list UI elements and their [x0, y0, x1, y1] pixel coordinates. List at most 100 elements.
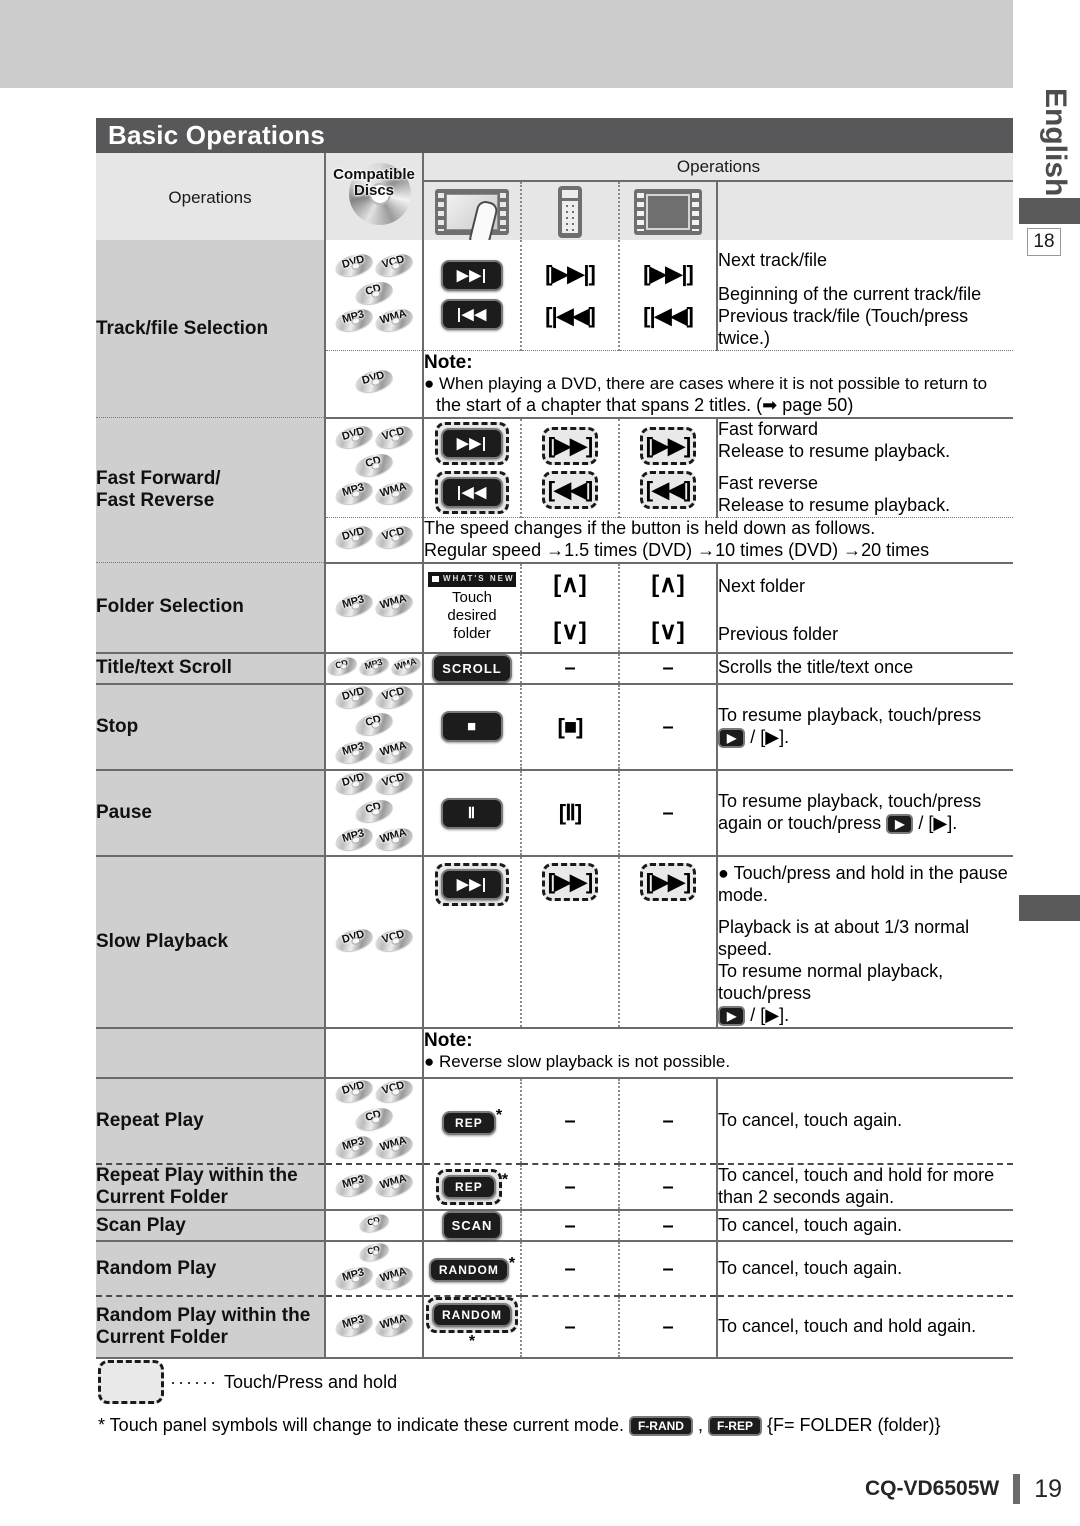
- remote-key-cell-slow[interactable]: [▶▶]: [521, 856, 620, 1030]
- display-fast-reverse-key[interactable]: [◀◀]: [646, 477, 691, 502]
- note-line-2: the start of a chapter that spans 2 titl…: [436, 394, 854, 415]
- display-fast-forward-key[interactable]: [▶▶]: [646, 433, 691, 458]
- touch-key-cell-scroll[interactable]: SCROLL: [423, 652, 522, 685]
- remote-scan-na: –: [564, 1214, 576, 1237]
- display-next-folder-key[interactable]: [∧]: [620, 564, 716, 605]
- display-key-cell-slow[interactable]: [▶▶]: [619, 856, 718, 1030]
- remote-control-icon: [558, 186, 582, 238]
- compact-disc-icon: Compatible Discs: [331, 159, 417, 231]
- disc-dvd: DVD: [332, 522, 376, 553]
- disc-wma: WMA: [372, 737, 416, 768]
- random-key[interactable]: RANDOM: [428, 1258, 509, 1283]
- folder-instr-line-2: desired: [447, 607, 497, 625]
- stop-key[interactable]: ■: [441, 711, 503, 743]
- scan-key[interactable]: SCAN: [441, 1211, 503, 1241]
- display-stop-na: –: [662, 715, 674, 738]
- remote-fast-forward-key[interactable]: [▶▶]: [548, 433, 593, 458]
- play-key-inline[interactable]: ▶: [718, 728, 746, 749]
- remote-key-cell-folder[interactable]: [∧] [∨]: [521, 562, 620, 654]
- disc-wma: WMA: [372, 823, 416, 854]
- speed-note-cell: The speed changes if the button is held …: [423, 517, 1013, 564]
- remote-pause-key[interactable]: [Ⅱ]: [559, 800, 583, 825]
- folder-list-strip-icon[interactable]: WHAT'S NEW: [428, 572, 516, 588]
- display-next-track-key[interactable]: [▶▶|]: [620, 253, 716, 295]
- touch-key-cell-random-folder[interactable]: RANDOM *: [423, 1295, 522, 1360]
- fast-reverse-key[interactable]: |◀◀: [441, 476, 503, 508]
- table-row: Track/file Selection DVD VCD CD MP3 WMA ▶▶…: [96, 240, 1013, 419]
- disc-mp3: MP3: [332, 1263, 376, 1293]
- remote-repeat-folder-na: –: [564, 1176, 576, 1199]
- touch-key-cell-repeat[interactable]: REP *: [423, 1077, 522, 1166]
- disc-compat-random-folder: MP3 WMA: [325, 1295, 424, 1360]
- disc-cd: CD: [352, 277, 396, 308]
- note-slow-line-1: Reverse slow playback is not possible.: [439, 1052, 731, 1072]
- remote-key-cell-track[interactable]: [▶▶|] [|◀◀]: [521, 240, 620, 351]
- touch-panel-icon: [435, 189, 509, 249]
- repeat-key[interactable]: REP: [441, 1110, 496, 1135]
- touch-key-cell-ff[interactable]: ▶▶| |◀◀: [423, 417, 522, 518]
- display-key-cell-scan: –: [619, 1210, 718, 1243]
- table-row: Title/text Scroll CD MP3 WMA SCROLL – – Sc…: [96, 652, 1013, 685]
- row-label-scan-play: Scan Play: [96, 1210, 326, 1243]
- remote-key-cell-pause[interactable]: [Ⅱ]: [521, 769, 620, 858]
- desc-cell-scroll: Scrolls the title/text once: [717, 652, 1013, 685]
- display-slow-key[interactable]: [▶▶]: [646, 869, 691, 894]
- desc-cell-random-folder: To cancel, touch and hold again.: [717, 1295, 1013, 1360]
- touch-key-cell-scan[interactable]: SCAN: [423, 1210, 522, 1243]
- speed-line-2: Regular speed →1.5 times (DVD) →10 times…: [424, 539, 930, 560]
- touch-folder-cell[interactable]: WHAT'S NEW Touch desired folder: [423, 562, 522, 654]
- next-track-key[interactable]: ▶▶|: [441, 259, 503, 291]
- slow-playback-key[interactable]: ▶▶|: [441, 869, 503, 901]
- play-key-inline[interactable]: ▶: [718, 1006, 746, 1027]
- desc-cell-stop: To resume playback, touch/press ▶ / [▶].: [717, 683, 1013, 771]
- desc-next-track: Next track/file: [718, 250, 828, 270]
- display-key-cell-track[interactable]: [▶▶|] [|◀◀]: [619, 240, 718, 351]
- display-key-cell-folder[interactable]: [∧] [∨]: [619, 562, 718, 654]
- remote-key-cell-stop[interactable]: [■]: [521, 683, 620, 771]
- prev-track-key[interactable]: |◀◀: [441, 298, 503, 330]
- display-key-cell-pause: –: [619, 769, 718, 858]
- disc-mp3: MP3: [332, 737, 376, 768]
- fast-forward-key[interactable]: ▶▶|: [441, 427, 503, 459]
- row-label-slow-playback: Slow Playback: [96, 856, 326, 1030]
- remote-slow-key[interactable]: [▶▶]: [548, 869, 593, 894]
- remote-fast-reverse-key[interactable]: [◀◀]: [548, 477, 593, 502]
- disc-dvd: DVD: [332, 681, 376, 712]
- desc-cell-pause: To resume playback, touch/press again or…: [717, 769, 1013, 858]
- touch-key-cell-slow[interactable]: ▶▶|: [423, 856, 522, 1030]
- remote-stop-key[interactable]: [■]: [558, 714, 584, 739]
- remote-prev-track-key[interactable]: [|◀◀]: [522, 295, 618, 337]
- touch-key-cell-stop[interactable]: ■: [423, 683, 522, 771]
- row-label-random-folder: Random Play within the Current Folder: [96, 1295, 326, 1360]
- disc-mp3: MP3: [332, 1131, 376, 1162]
- touch-key-cell-pause[interactable]: Ⅱ: [423, 769, 522, 858]
- disc-dvd: DVD: [332, 1076, 376, 1106]
- display-random-folder-na: –: [662, 1316, 674, 1339]
- model-name: CQ-VD6505W: [864, 1477, 1000, 1500]
- remote-next-track-key[interactable]: [▶▶|]: [522, 253, 618, 295]
- scroll-key[interactable]: SCROLL: [432, 653, 512, 683]
- remote-next-folder-key[interactable]: [∧]: [522, 564, 618, 605]
- remote-prev-folder-key[interactable]: [∨]: [522, 605, 618, 652]
- row-label-random-play: Random Play: [96, 1241, 326, 1297]
- disc-mp3: MP3: [332, 1309, 376, 1340]
- display-key-cell-stop: –: [619, 683, 718, 771]
- remote-key-cell-ff[interactable]: [▶▶] [◀◀]: [521, 417, 620, 518]
- disc-dvd: DVD: [332, 768, 376, 798]
- pause-key[interactable]: Ⅱ: [441, 797, 503, 829]
- bullet-icon: ●: [424, 373, 435, 393]
- touch-key-cell-random[interactable]: RANDOM *: [423, 1241, 522, 1297]
- top-decorative-band: [0, 0, 1013, 88]
- display-prev-track-key[interactable]: [|◀◀]: [620, 295, 716, 337]
- remote-random-na: –: [564, 1257, 576, 1280]
- touch-key-cell-track[interactable]: ▶▶| |◀◀: [423, 240, 522, 351]
- legend-touch-press-hold: ······ Touch/Press and hold: [98, 1360, 397, 1404]
- repeat-folder-key[interactable]: REP: [441, 1175, 496, 1200]
- touch-key-cell-repeat-folder[interactable]: REP *: [423, 1164, 522, 1212]
- desc-fast-forward: Fast forward: [718, 418, 819, 439]
- display-prev-folder-key[interactable]: [∨]: [620, 605, 716, 652]
- display-key-cell-ff[interactable]: [▶▶] [◀◀]: [619, 417, 718, 518]
- random-folder-key[interactable]: RANDOM: [432, 1302, 512, 1327]
- play-key-inline[interactable]: ▶: [886, 814, 914, 835]
- page-title-bar: Basic Operations: [96, 118, 1013, 153]
